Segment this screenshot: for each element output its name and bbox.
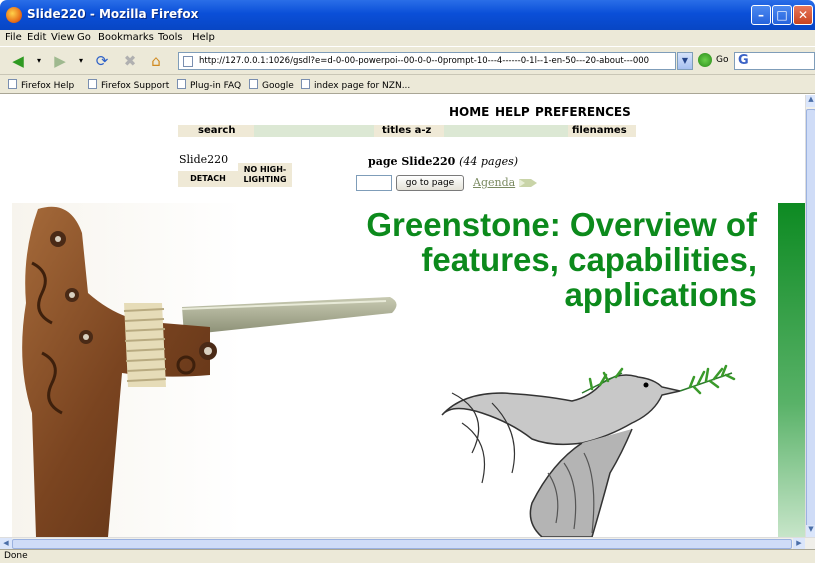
bookmark-page-icon — [8, 79, 17, 89]
horizontal-scrollbar[interactable]: ◀ ▶ — [0, 537, 815, 550]
slide-image: Greenstone: Overview of features, capabi… — [12, 203, 805, 537]
close-icon: ✕ — [797, 8, 809, 22]
close-button[interactable]: ✕ — [793, 5, 813, 25]
horizontal-scroll-thumb[interactable] — [12, 539, 792, 549]
bookmark-item[interactable]: Firefox Help — [8, 79, 74, 91]
menu-tools[interactable]: Tools — [158, 32, 183, 43]
no-highlighting-button[interactable]: NO HIGH- LIGHTING — [238, 163, 292, 187]
collection-nav-bar: search titles a-z filenames — [178, 125, 636, 137]
url-dropdown-icon[interactable]: ▼ — [677, 52, 693, 70]
scroll-up-icon[interactable]: ▲ — [806, 95, 815, 107]
status-text: Done — [4, 551, 28, 561]
help-link[interactable]: HELP — [495, 105, 530, 119]
menu-file[interactable]: File — [5, 32, 22, 43]
slide-title: Greenstone: Overview of features, capabi… — [192, 207, 757, 312]
document-name: Slide220 — [179, 153, 229, 166]
home-icon[interactable]: ⌂ — [146, 51, 166, 71]
nav-spacer — [254, 125, 374, 137]
window-title: Slide220 - Mozilla Firefox — [27, 7, 199, 21]
page-content: HOME HELP PREFERENCES search titles a-z … — [12, 95, 805, 537]
page-title: page Slide220 (44 pages) — [368, 155, 518, 168]
maximize-icon: □ — [776, 8, 788, 22]
maximize-button[interactable]: □ — [772, 5, 792, 25]
go-to-page-button[interactable]: go to page — [396, 175, 464, 191]
google-logo-icon: G — [738, 53, 749, 68]
detach-button[interactable]: DETACH — [178, 171, 238, 187]
page-icon — [183, 56, 193, 67]
bookmark-page-icon — [177, 79, 186, 89]
bookmark-item[interactable]: index page for NZN... — [301, 79, 410, 91]
bookmark-item[interactable]: Firefox Support — [88, 79, 169, 91]
url-bar[interactable]: http://127.0.0.1:1026/gsdl?e=d-0-00-powe… — [178, 52, 676, 70]
go-icon[interactable] — [698, 53, 712, 67]
nav-titles-az[interactable]: titles a-z — [382, 125, 431, 136]
stop-icon[interactable]: ✖ — [120, 51, 140, 71]
menubar: File Edit View Go Bookmarks Tools Help — [0, 30, 815, 46]
agenda-link[interactable]: Agenda — [473, 176, 515, 189]
forward-dropdown-icon[interactable]: ▾ — [71, 51, 91, 71]
page-label: page Slide220 — [368, 155, 456, 168]
menu-edit[interactable]: Edit — [27, 32, 46, 43]
forward-icon[interactable]: ▶ — [50, 51, 70, 71]
nav-filenames[interactable]: filenames — [572, 125, 627, 136]
nav-spacer — [444, 125, 568, 137]
bookmark-page-icon — [249, 79, 258, 89]
search-box[interactable]: G — [734, 52, 815, 70]
bookmark-item[interactable]: Google — [249, 79, 294, 91]
next-page-icon[interactable] — [519, 177, 537, 189]
back-icon[interactable]: ◀ — [8, 51, 28, 71]
menu-bookmarks[interactable]: Bookmarks — [98, 32, 154, 43]
menu-go[interactable]: Go — [77, 32, 91, 43]
slide-title-line: Greenstone: Overview of — [366, 206, 757, 243]
window-titlebar[interactable]: Slide220 - Mozilla Firefox – □ ✕ — [0, 0, 815, 30]
bookmark-page-icon — [88, 79, 97, 89]
page-number-input[interactable] — [356, 175, 392, 191]
minimize-button[interactable]: – — [751, 5, 771, 25]
bookmarks-toolbar: Firefox Help Firefox Support Plug-in FAQ… — [0, 74, 815, 94]
vertical-scrollbar[interactable]: ▲ ▼ — [805, 95, 815, 537]
slide-title-line: applications — [564, 276, 757, 313]
page-count: (44 pages) — [459, 155, 519, 168]
reload-icon[interactable]: ⟳ — [92, 51, 112, 71]
status-bar: Done — [0, 549, 815, 563]
vertical-scroll-thumb[interactable] — [806, 109, 815, 529]
menu-view[interactable]: View — [51, 32, 75, 43]
minimize-icon: – — [758, 8, 764, 22]
preferences-link[interactable]: PREFERENCES — [535, 105, 631, 119]
firefox-icon — [6, 7, 22, 23]
url-text: http://127.0.0.1:1026/gsdl?e=d-0-00-powe… — [199, 56, 650, 66]
go-label[interactable]: Go — [716, 55, 728, 65]
scroll-down-icon[interactable]: ▼ — [806, 525, 815, 537]
home-link[interactable]: HOME — [449, 105, 489, 119]
navigation-toolbar: ◀ ▾ ▶ ▾ ⟳ ✖ ⌂ http://127.0.0.1:1026/gsdl… — [0, 46, 815, 74]
bookmark-page-icon — [301, 79, 310, 89]
page-margin — [0, 95, 12, 537]
bookmark-item[interactable]: Plug-in FAQ — [177, 79, 241, 91]
slide-title-line: features, capabilities, — [421, 241, 757, 278]
dove-illustration — [441, 364, 736, 537]
nav-search[interactable]: search — [198, 125, 235, 136]
slide-accent-bar — [778, 203, 805, 537]
back-dropdown-icon[interactable]: ▾ — [29, 51, 49, 71]
menu-help[interactable]: Help — [192, 32, 215, 43]
